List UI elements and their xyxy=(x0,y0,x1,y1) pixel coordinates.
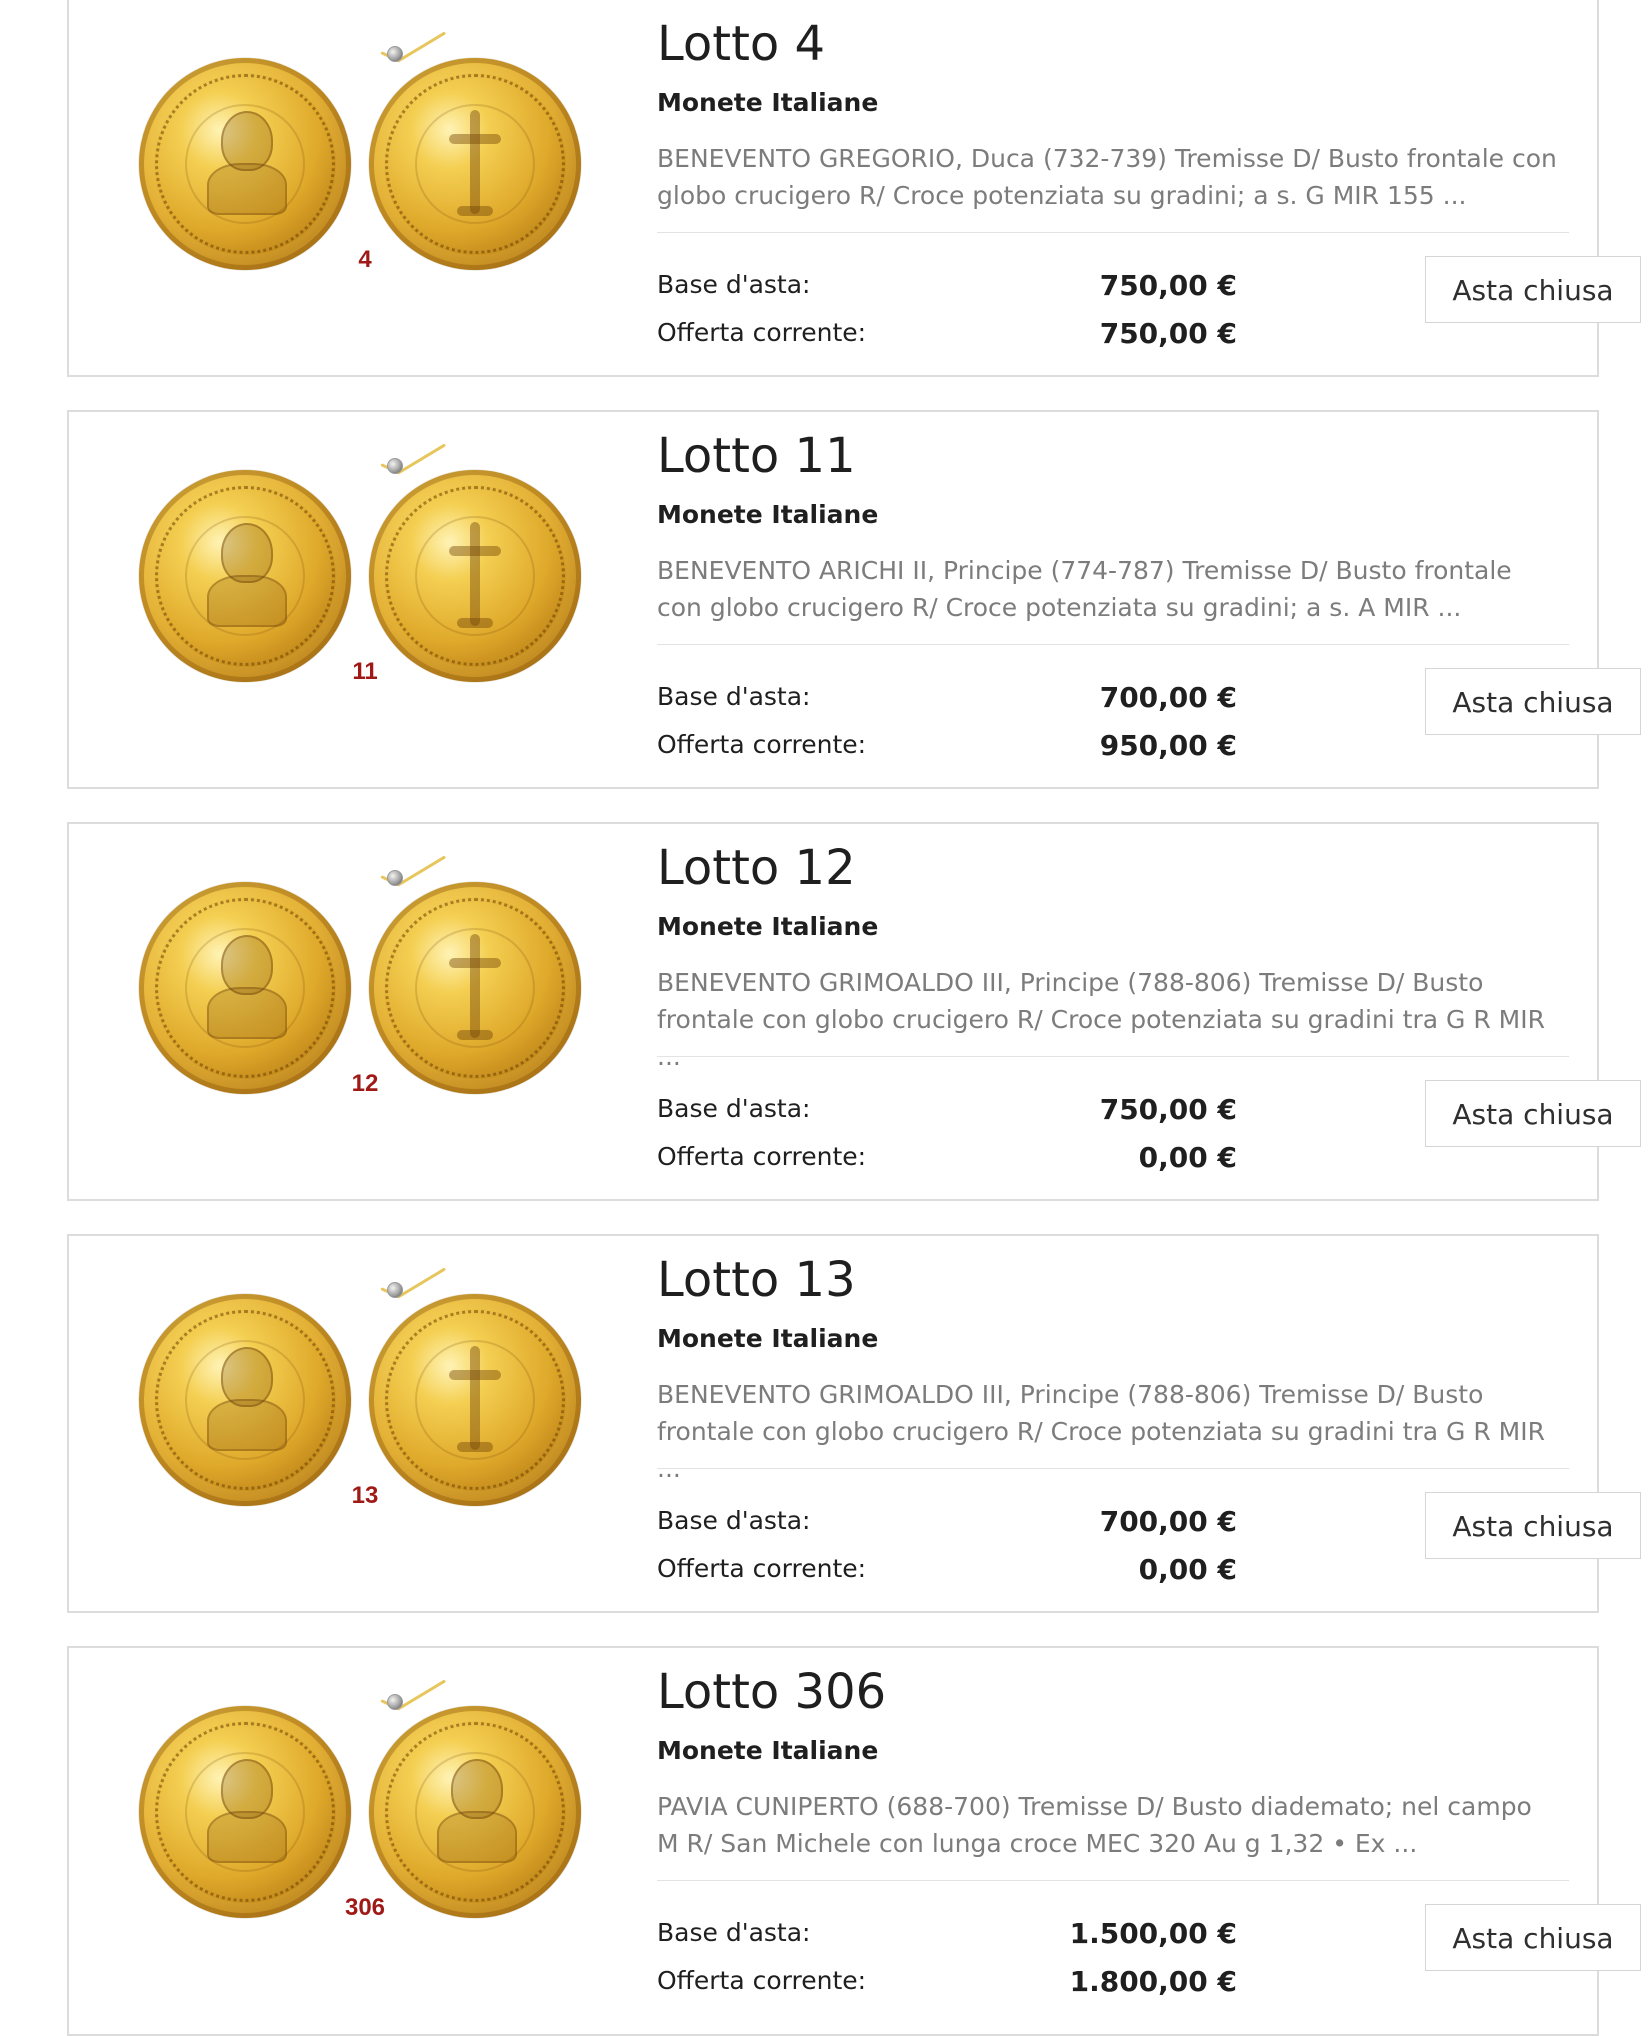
lot-description: BENEVENTO GREGORIO, Duca (732-739) Tremi… xyxy=(657,144,1557,210)
lot-category: Monete Italiane xyxy=(657,500,879,529)
lot-image[interactable]: 306 xyxy=(115,1666,675,1986)
lot-divider xyxy=(657,232,1569,233)
base-price-label: Base d'asta: xyxy=(657,1918,811,1947)
lot-image[interactable]: 13 xyxy=(115,1254,675,1574)
lot-info: Lotto 4 Monete Italiane BENEVENTO GREGOR… xyxy=(657,0,1641,375)
coin-obverse-image xyxy=(139,1294,351,1506)
base-price-label: Base d'asta: xyxy=(657,1506,811,1535)
lot-category: Monete Italiane xyxy=(657,88,879,117)
lot-title[interactable]: Lotto 11 xyxy=(657,432,856,480)
coin-obverse-image xyxy=(139,58,351,270)
coin-obverse-image xyxy=(139,882,351,1094)
lot-description: PAVIA CUNIPERTO (688-700) Tremisse D/ Bu… xyxy=(657,1792,1532,1858)
lot-title[interactable]: Lotto 4 xyxy=(657,20,825,68)
lot-card: 13 Lotto 13 Monete Italiane BENEVENTO GR… xyxy=(67,1234,1641,1613)
lot-title[interactable]: Lotto 12 xyxy=(657,844,856,892)
auction-status-button[interactable]: Asta chiusa xyxy=(1425,1492,1641,1559)
lot-info: Lotto 306 Monete Italiane PAVIA CUNIPERT… xyxy=(657,1648,1641,2034)
lot-description: BENEVENTO ARICHI II, Principe (774-787) … xyxy=(657,556,1512,622)
coin-number-label: 306 xyxy=(344,1894,386,1921)
current-offer-label: Offerta corrente: xyxy=(657,730,867,759)
coin-reverse-image xyxy=(369,470,581,682)
lot-card: 12 Lotto 12 Monete Italiane BENEVENTO GR… xyxy=(67,822,1641,1201)
coin-reverse-image xyxy=(369,882,581,1094)
lot-description: BENEVENTO GRIMOALDO III, Principe (788-8… xyxy=(657,968,1545,1071)
lot-divider xyxy=(657,644,1569,645)
current-offer-value: 0,00 € xyxy=(1138,1141,1237,1174)
coin-reverse-image xyxy=(369,1706,581,1918)
current-offer-value: 750,00 € xyxy=(1099,317,1237,350)
coin-number-label: 13 xyxy=(351,1482,379,1509)
lot-category: Monete Italiane xyxy=(657,912,879,941)
coin-reverse-image xyxy=(369,58,581,270)
auction-status-button[interactable]: Asta chiusa xyxy=(1425,1080,1641,1147)
auction-status-button[interactable]: Asta chiusa xyxy=(1425,1904,1641,1971)
lot-image[interactable]: 4 xyxy=(115,18,675,338)
lot-title[interactable]: Lotto 306 xyxy=(657,1668,886,1716)
current-offer-value: 950,00 € xyxy=(1099,729,1237,762)
current-offer-value: 1.800,00 € xyxy=(1069,1965,1237,1998)
base-price-value: 700,00 € xyxy=(1099,681,1237,714)
base-price-value: 700,00 € xyxy=(1099,1505,1237,1538)
current-offer-label: Offerta corrente: xyxy=(657,1554,867,1583)
lot-divider xyxy=(657,1056,1569,1057)
lot-description: BENEVENTO GRIMOALDO III, Principe (788-8… xyxy=(657,1380,1545,1483)
coin-number-label: 12 xyxy=(351,1070,379,1097)
lot-card: 11 Lotto 11 Monete Italiane BENEVENTO AR… xyxy=(67,410,1641,789)
lot-image[interactable]: 12 xyxy=(115,842,675,1162)
base-price-label: Base d'asta: xyxy=(657,1094,811,1123)
lot-divider xyxy=(657,1468,1569,1469)
lot-info: Lotto 13 Monete Italiane BENEVENTO GRIMO… xyxy=(657,1236,1641,1611)
lot-card: 4 Lotto 4 Monete Italiane BENEVENTO GREG… xyxy=(67,0,1641,377)
current-offer-label: Offerta corrente: xyxy=(657,318,867,347)
lot-category: Monete Italiane xyxy=(657,1324,879,1353)
current-offer-label: Offerta corrente: xyxy=(657,1966,867,1995)
coin-number-label: 4 xyxy=(358,246,372,273)
coin-reverse-image xyxy=(369,1294,581,1506)
lot-info: Lotto 12 Monete Italiane BENEVENTO GRIMO… xyxy=(657,824,1641,1199)
coin-obverse-image xyxy=(139,470,351,682)
auction-status-button[interactable]: Asta chiusa xyxy=(1425,256,1641,323)
coin-obverse-image xyxy=(139,1706,351,1918)
current-offer-label: Offerta corrente: xyxy=(657,1142,867,1171)
lot-image[interactable]: 11 xyxy=(115,430,675,750)
coin-number-label: 11 xyxy=(352,658,378,685)
lot-title[interactable]: Lotto 13 xyxy=(657,1256,856,1304)
current-offer-value: 0,00 € xyxy=(1138,1553,1237,1586)
lot-card: 306 Lotto 306 Monete Italiane PAVIA CUNI… xyxy=(67,1646,1641,2036)
lot-divider xyxy=(657,1880,1569,1881)
base-price-value: 750,00 € xyxy=(1099,269,1237,302)
lot-info: Lotto 11 Monete Italiane BENEVENTO ARICH… xyxy=(657,412,1641,787)
base-price-value: 1.500,00 € xyxy=(1069,1917,1237,1950)
base-price-label: Base d'asta: xyxy=(657,270,811,299)
auction-status-button[interactable]: Asta chiusa xyxy=(1425,668,1641,735)
base-price-label: Base d'asta: xyxy=(657,682,811,711)
lot-category: Monete Italiane xyxy=(657,1736,879,1765)
base-price-value: 750,00 € xyxy=(1099,1093,1237,1126)
